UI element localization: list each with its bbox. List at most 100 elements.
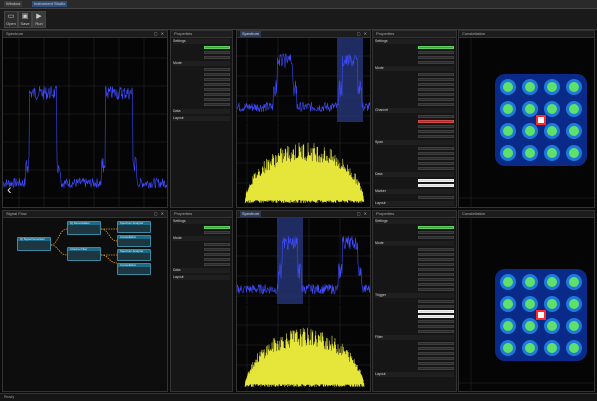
time-domain-plot[interactable] <box>237 123 370 207</box>
property-row[interactable] <box>375 235 454 239</box>
property-row[interactable] <box>375 314 454 318</box>
open-button[interactable]: ▭ Open <box>4 11 18 28</box>
panel-window-controls[interactable]: ▢ ✕ <box>357 31 368 37</box>
property-row[interactable] <box>173 92 230 96</box>
property-row[interactable] <box>375 351 454 355</box>
property-row[interactable] <box>173 87 230 91</box>
property-row[interactable] <box>375 282 454 286</box>
run-button[interactable]: ▶ Run <box>32 11 46 28</box>
spectrum-plot[interactable] <box>237 218 370 304</box>
property-row[interactable] <box>173 225 230 229</box>
section-filter[interactable]: Filter <box>375 335 454 340</box>
section-layout[interactable]: Layout <box>173 116 230 121</box>
section-mode[interactable]: Mode <box>173 236 230 241</box>
property-row[interactable] <box>375 366 454 370</box>
section-settings[interactable]: Settings <box>173 39 230 44</box>
property-row[interactable] <box>173 97 230 101</box>
property-row[interactable] <box>375 134 454 138</box>
section-trigger[interactable]: Trigger <box>375 293 454 298</box>
panel-window-controls[interactable]: ▢ ✕ <box>357 211 368 217</box>
property-row[interactable] <box>173 55 230 59</box>
constellation-plot[interactable] <box>459 218 594 391</box>
property-row[interactable] <box>375 262 454 266</box>
section-layout[interactable]: Layout <box>173 275 230 280</box>
property-row[interactable] <box>375 178 454 182</box>
flow-node[interactable]: Constellation <box>117 235 151 247</box>
property-row[interactable] <box>375 341 454 345</box>
property-row[interactable] <box>375 151 454 155</box>
flow-node[interactable]: Spectrum Analyzer <box>117 249 151 261</box>
property-row[interactable] <box>173 230 230 234</box>
property-row[interactable] <box>375 166 454 170</box>
property-row[interactable] <box>173 247 230 251</box>
property-row[interactable] <box>375 55 454 59</box>
property-row[interactable] <box>173 242 230 246</box>
save-button[interactable]: ▣ Save <box>18 11 32 28</box>
property-row[interactable] <box>173 67 230 71</box>
property-row[interactable] <box>375 346 454 350</box>
section-settings[interactable]: Settings <box>375 39 454 44</box>
flow-node[interactable]: IQ Demodulator <box>67 221 101 235</box>
property-row[interactable] <box>173 102 230 106</box>
property-row[interactable] <box>375 114 454 118</box>
property-row[interactable] <box>375 225 454 229</box>
property-row[interactable] <box>173 72 230 76</box>
section-span[interactable]: Span <box>375 140 454 145</box>
property-row[interactable] <box>375 97 454 101</box>
property-row[interactable] <box>375 102 454 106</box>
property-row[interactable] <box>375 257 454 261</box>
property-row[interactable] <box>375 77 454 81</box>
property-row[interactable] <box>375 50 454 54</box>
property-row[interactable] <box>173 262 230 266</box>
property-row[interactable] <box>375 45 454 49</box>
property-row[interactable] <box>375 272 454 276</box>
property-row[interactable] <box>173 82 230 86</box>
property-row[interactable] <box>375 60 454 64</box>
tab-instrument-studio[interactable]: Instrument Studio <box>32 1 68 7</box>
section-mode[interactable]: Mode <box>375 66 454 71</box>
property-row[interactable] <box>375 299 454 303</box>
chevron-left-icon[interactable]: ‹ <box>7 181 12 197</box>
property-row[interactable] <box>375 146 454 150</box>
property-row[interactable] <box>375 156 454 160</box>
property-row[interactable] <box>375 87 454 91</box>
property-row[interactable] <box>375 129 454 133</box>
property-row[interactable] <box>375 309 454 313</box>
property-row[interactable] <box>375 267 454 271</box>
property-row[interactable] <box>375 119 454 123</box>
tab-window[interactable]: Window <box>4 1 23 7</box>
property-row[interactable] <box>375 329 454 333</box>
flow-node[interactable]: Spectrum Analyzer <box>117 221 151 233</box>
property-row[interactable] <box>375 230 454 234</box>
property-row[interactable] <box>173 50 230 54</box>
spectrum-plot[interactable] <box>237 38 370 122</box>
property-row[interactable] <box>375 252 454 256</box>
section-mode[interactable]: Mode <box>375 241 454 246</box>
spectrum-plot[interactable] <box>3 38 167 207</box>
property-row[interactable] <box>375 356 454 360</box>
property-row[interactable] <box>375 124 454 128</box>
section-marker[interactable]: Marker <box>375 189 454 194</box>
property-row[interactable] <box>375 92 454 96</box>
section-mode[interactable]: Mode <box>173 61 230 66</box>
property-row[interactable] <box>375 319 454 323</box>
property-row[interactable] <box>375 361 454 365</box>
property-row[interactable] <box>375 183 454 187</box>
section-data[interactable]: Data <box>375 172 454 177</box>
property-row[interactable] <box>173 252 230 256</box>
property-row[interactable] <box>173 257 230 261</box>
section-settings[interactable]: Settings <box>173 219 230 224</box>
flow-node[interactable]: Constellation <box>117 263 151 275</box>
section-layout[interactable]: Layout <box>375 372 454 377</box>
property-row[interactable] <box>375 195 454 199</box>
property-row[interactable] <box>375 82 454 86</box>
section-channel[interactable]: Channel <box>375 108 454 113</box>
property-row[interactable] <box>375 72 454 76</box>
property-row[interactable] <box>375 304 454 308</box>
constellation-plot[interactable] <box>459 38 594 207</box>
panel-window-controls[interactable]: ▢ ✕ <box>154 31 165 37</box>
section-data[interactable]: Data <box>173 109 230 114</box>
section-data[interactable]: Data <box>173 268 230 273</box>
property-row[interactable] <box>173 45 230 49</box>
property-row[interactable] <box>173 77 230 81</box>
